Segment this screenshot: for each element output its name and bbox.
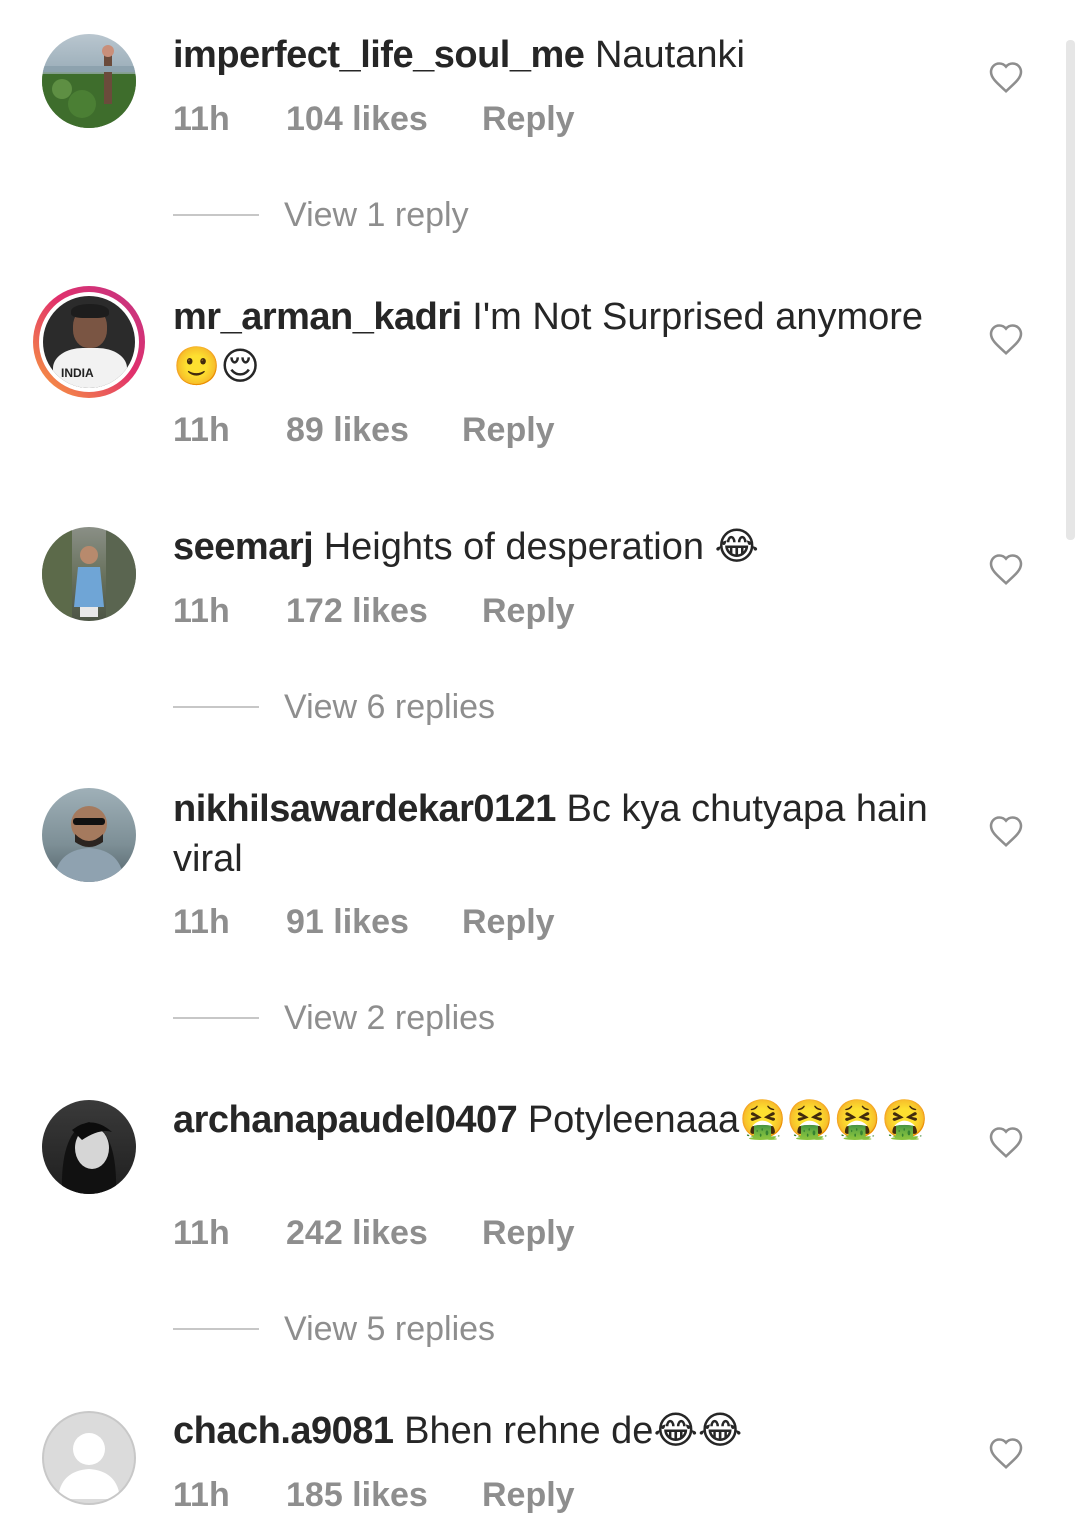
comment-time: 11h: [173, 592, 230, 630]
comment-username[interactable]: nikhilsawardekar0121: [173, 788, 556, 830]
view-replies-button[interactable]: View 6 replies: [173, 688, 673, 728]
replies-divider: [173, 706, 259, 708]
avatar[interactable]: [42, 527, 136, 621]
avatar[interactable]: [42, 1100, 136, 1194]
avatar[interactable]: [42, 1411, 136, 1505]
view-replies-button[interactable]: View 1 reply: [173, 196, 673, 236]
avatar[interactable]: [42, 788, 136, 882]
avatar-jersey-text: INDIA: [61, 366, 94, 380]
heart-outline-icon[interactable]: [988, 1125, 1024, 1159]
comment-likes[interactable]: 89 likes: [286, 411, 409, 450]
comment-text: archanapaudel0407 Potyleenaaa🤮🤮🤮🤮: [173, 1095, 963, 1145]
view-replies-button[interactable]: View 5 replies: [173, 1310, 673, 1350]
comment-likes[interactable]: 242 likes: [286, 1214, 428, 1253]
reply-button[interactable]: Reply: [482, 1476, 575, 1515]
comment-time: 11h: [173, 411, 230, 449]
avatar-with-story-ring[interactable]: INDIA: [33, 286, 145, 398]
comment-body: Potyleenaaa🤮🤮🤮🤮: [527, 1099, 929, 1141]
comment-username[interactable]: imperfect_life_soul_me: [173, 34, 585, 76]
comment-body: Nautanki: [594, 34, 745, 76]
replies-divider: [173, 1328, 259, 1330]
avatar-photo: INDIA: [43, 296, 135, 388]
avatar-photo: [42, 527, 136, 621]
comment-body: Bhen rehne de😂😂: [404, 1410, 743, 1452]
view-replies-label: View 6 replies: [284, 688, 496, 726]
replies-divider: [173, 1017, 259, 1019]
heart-outline-icon[interactable]: [988, 1436, 1024, 1470]
scrollbar[interactable]: [1066, 40, 1075, 540]
comment-likes[interactable]: 91 likes: [286, 903, 409, 942]
view-replies-label: View 1 reply: [284, 196, 469, 234]
comment-text: imperfect_life_soul_me Nautanki: [173, 30, 963, 80]
view-replies-button[interactable]: View 2 replies: [173, 999, 673, 1039]
avatar[interactable]: [42, 34, 136, 128]
comment-username[interactable]: mr_arman_kadri: [173, 296, 462, 338]
avatar-photo: [54, 806, 124, 882]
comment-time: 11h: [173, 100, 230, 138]
heart-outline-icon[interactable]: [988, 552, 1024, 586]
person-icon: [58, 1433, 120, 1499]
comment-body: Heights of desperation 😂: [323, 526, 759, 568]
avatar-photo: [61, 1122, 117, 1194]
view-replies-label: View 2 replies: [284, 999, 496, 1037]
heart-outline-icon[interactable]: [988, 322, 1024, 356]
comment-username[interactable]: chach.a9081: [173, 1410, 394, 1452]
reply-button[interactable]: Reply: [462, 411, 555, 450]
comment-likes[interactable]: 172 likes: [286, 592, 428, 631]
comment-text: nikhilsawardekar0121 Bc kya chutyapa hai…: [173, 784, 963, 884]
comment-text: mr_arman_kadri I'm Not Surprised anymore…: [173, 292, 963, 392]
comment-text: chach.a9081 Bhen rehne de😂😂: [173, 1406, 963, 1456]
heart-outline-icon[interactable]: [988, 814, 1024, 848]
comment-username[interactable]: seemarj: [173, 526, 314, 568]
heart-outline-icon[interactable]: [988, 60, 1024, 94]
reply-button[interactable]: Reply: [462, 903, 555, 942]
comment-username[interactable]: archanapaudel0407: [173, 1099, 518, 1141]
avatar-ring-gap: INDIA: [39, 292, 139, 392]
comment-time: 11h: [173, 1214, 230, 1252]
comment-likes[interactable]: 104 likes: [286, 100, 428, 139]
comment-time: 11h: [173, 903, 230, 941]
replies-divider: [173, 214, 259, 216]
view-replies-label: View 5 replies: [284, 1310, 496, 1348]
comment-time: 11h: [173, 1476, 230, 1514]
reply-button[interactable]: Reply: [482, 1214, 575, 1253]
comment-likes[interactable]: 185 likes: [286, 1476, 428, 1515]
comment-text: seemarj Heights of desperation 😂: [173, 522, 963, 572]
reply-button[interactable]: Reply: [482, 100, 575, 139]
avatar-photo: [42, 45, 136, 128]
reply-button[interactable]: Reply: [482, 592, 575, 631]
